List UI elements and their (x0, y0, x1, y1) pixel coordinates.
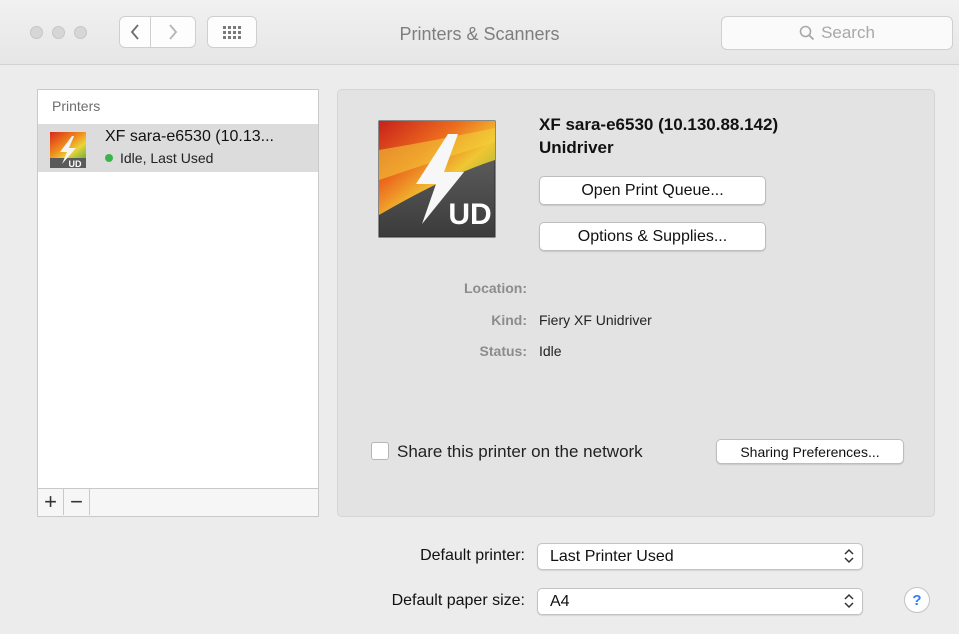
status-dot-icon (105, 154, 113, 162)
options-supplies-button[interactable]: Options & Supplies... (539, 222, 766, 251)
status-label: Status: (479, 343, 527, 359)
open-print-queue-button[interactable]: Open Print Queue... (539, 176, 766, 205)
printers-list: Printers UD XF sara-e6530 (10.13... Idle… (37, 89, 319, 517)
location-label: Location: (464, 280, 527, 296)
printer-status-text: Idle, Last Used (120, 150, 214, 166)
default-printer-popup[interactable]: Last Printer Used (537, 543, 863, 570)
printer-status: Idle, Last Used (105, 150, 213, 166)
default-paper-value: A4 (550, 592, 570, 610)
title-bar: Printers & Scanners Search (0, 0, 959, 65)
printers-list-header: Printers (52, 98, 101, 114)
printer-details-panel: UD XF sara-e6530 (10.130.88.142) Unidriv… (337, 89, 935, 517)
sharing-preferences-button[interactable]: Sharing Preferences... (716, 439, 904, 464)
add-printer-button[interactable]: + (38, 489, 64, 515)
help-button[interactable]: ? (904, 587, 930, 613)
status-value: Idle (539, 343, 562, 359)
search-field[interactable]: Search (721, 16, 953, 50)
search-placeholder: Search (821, 23, 875, 42)
unidriver-large-icon: UD (378, 120, 496, 238)
default-paper-label: Default paper size: (391, 592, 525, 609)
printer-list-item[interactable]: UD XF sara-e6530 (10.13... Idle, Last Us… (38, 124, 318, 172)
large-icon-badge-text: UD (448, 198, 491, 231)
printer-detail-driver: Unidriver (539, 138, 614, 157)
share-printer-checkbox[interactable] (371, 442, 389, 460)
popup-arrows-icon (844, 593, 854, 609)
remove-printer-button[interactable]: − (64, 489, 90, 515)
printer-name: XF sara-e6530 (10.13... (105, 128, 274, 145)
kind-label: Kind: (491, 312, 527, 328)
icon-badge-text: UD (69, 159, 82, 169)
printer-detail-name: XF sara-e6530 (10.130.88.142) (539, 115, 779, 134)
default-paper-popup[interactable]: A4 (537, 588, 863, 615)
list-footer: + − (38, 488, 318, 516)
popup-arrows-icon (844, 548, 854, 564)
search-icon (799, 25, 815, 41)
default-printer-label: Default printer: (420, 547, 525, 564)
share-printer-label[interactable]: Share this printer on the network (397, 442, 643, 462)
unidriver-icon: UD (50, 132, 86, 169)
default-printer-value: Last Printer Used (550, 547, 674, 565)
kind-value: Fiery XF Unidriver (539, 312, 652, 328)
